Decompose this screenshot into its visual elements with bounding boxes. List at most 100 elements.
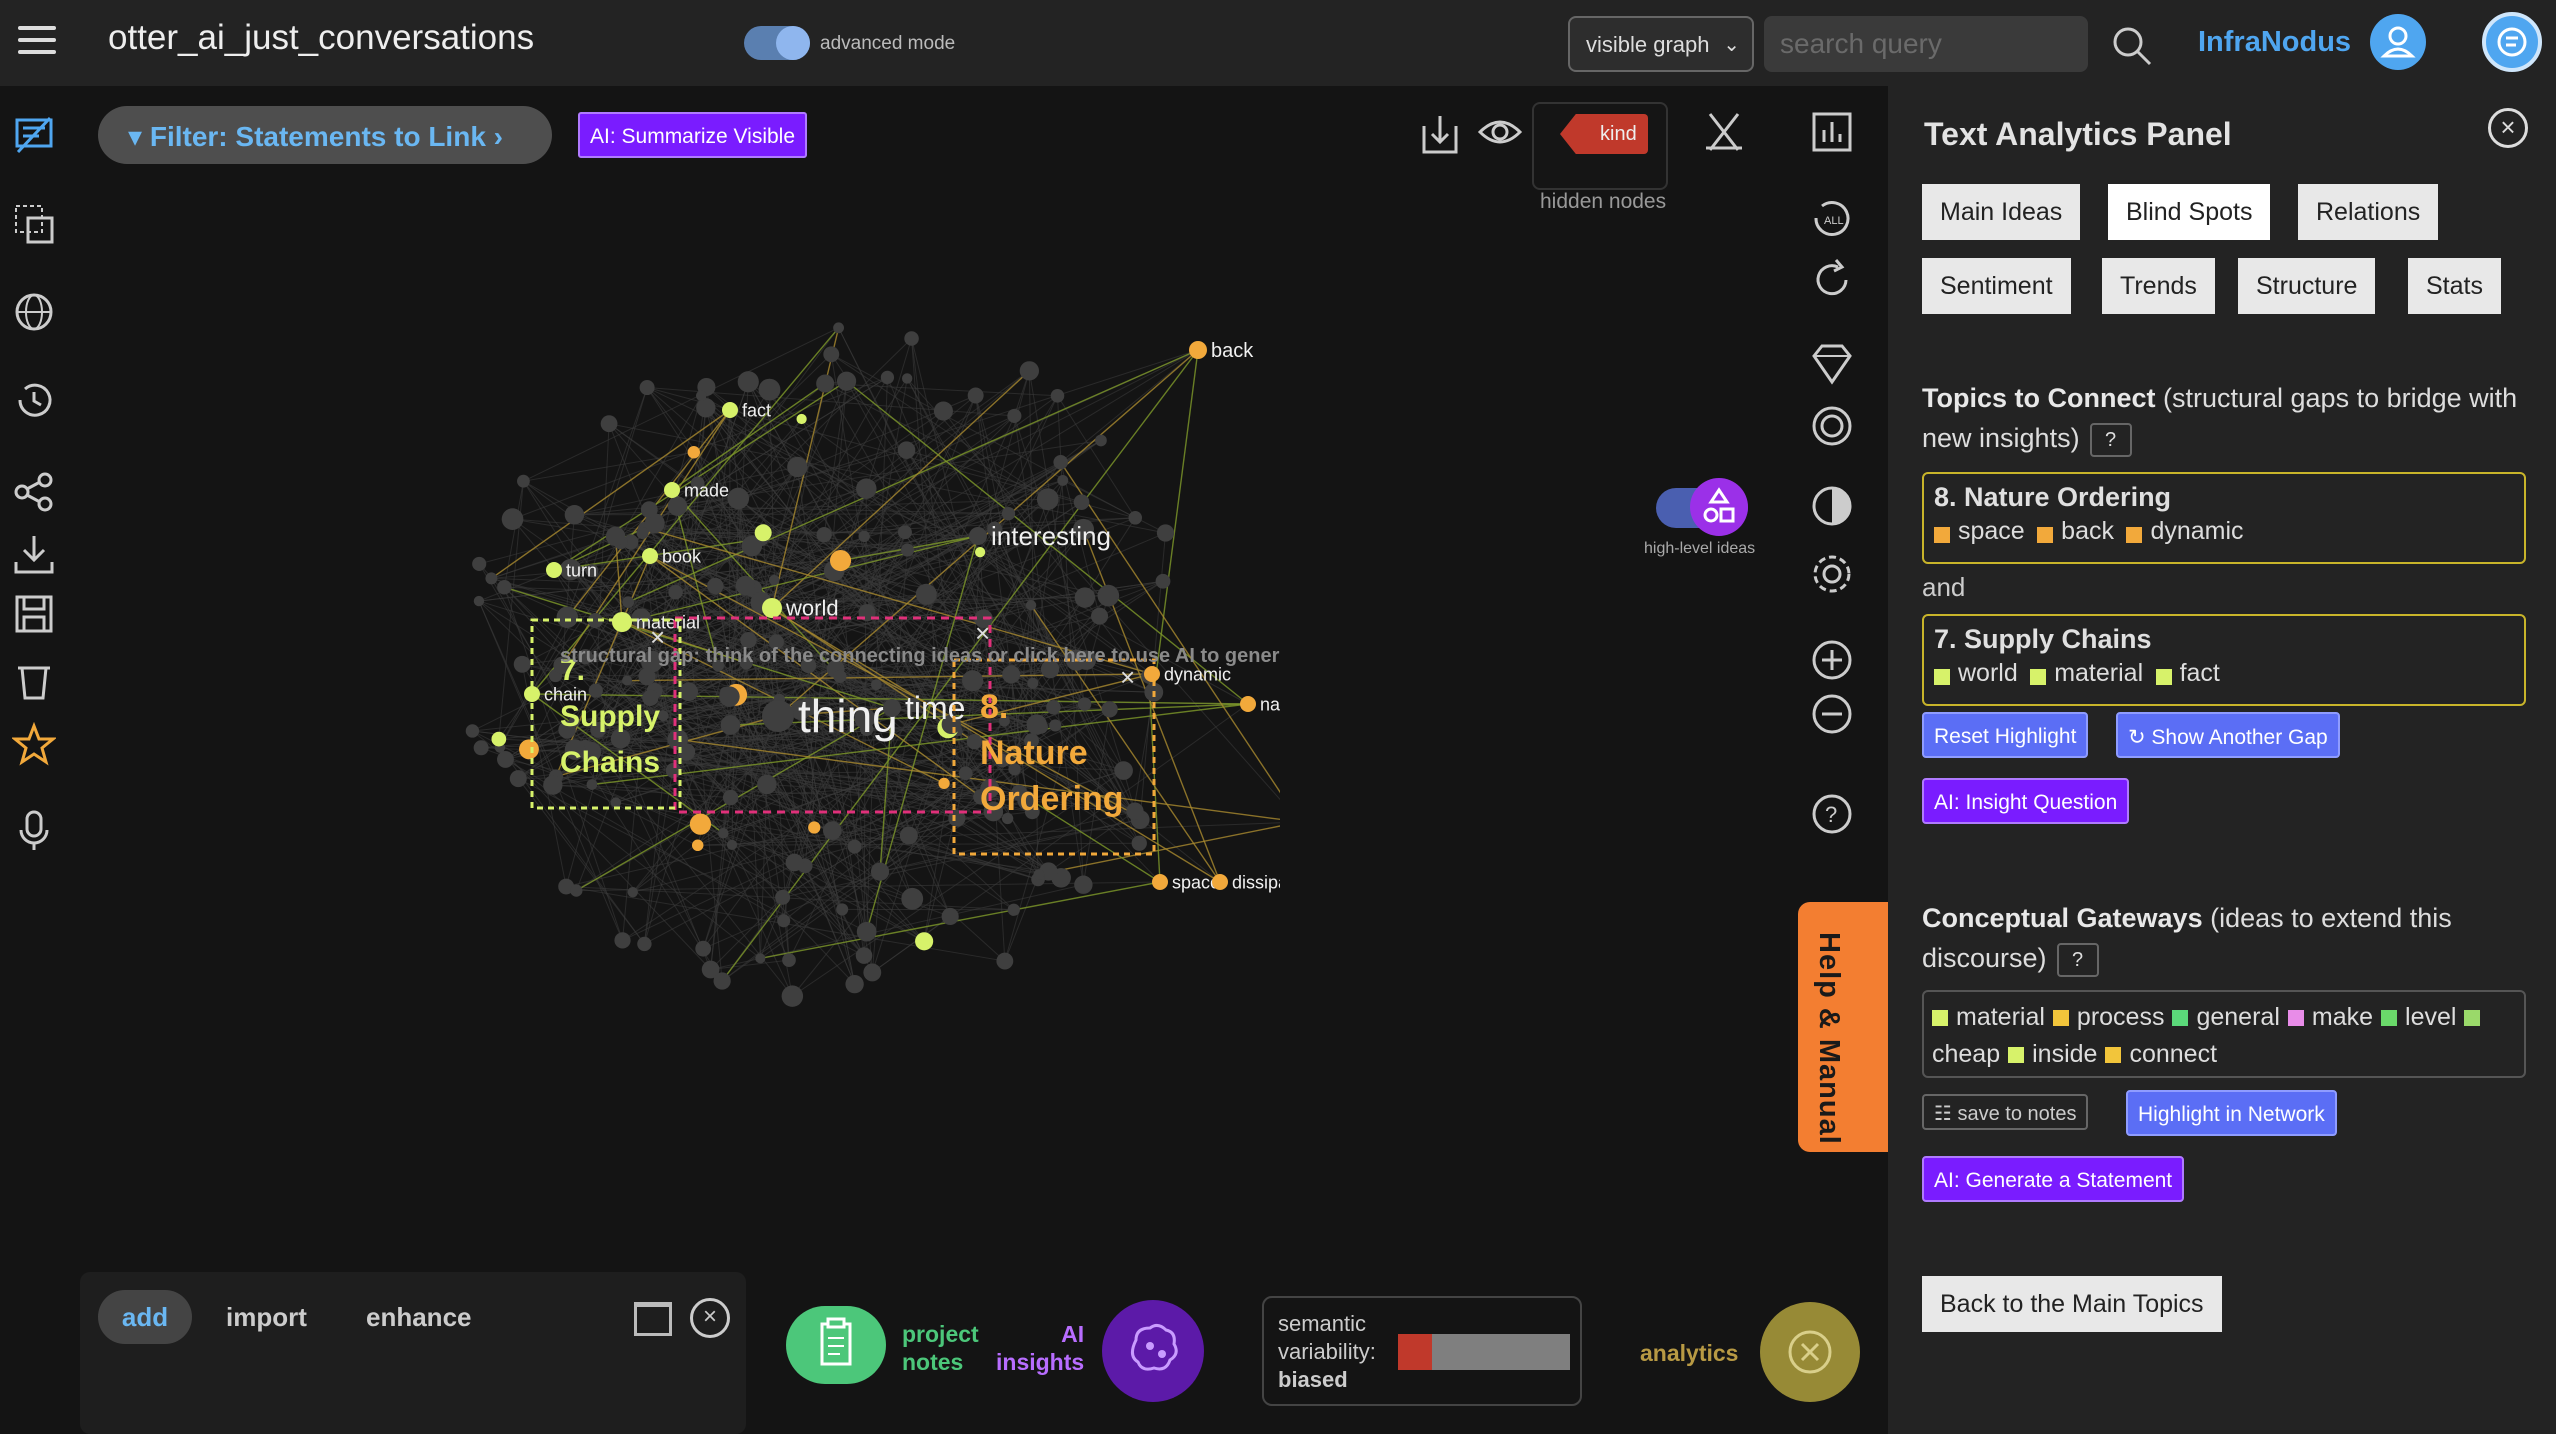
tab-trends[interactable]: Trends [2102, 258, 2215, 314]
advanced-mode-toggle[interactable] [744, 26, 810, 60]
graph-node[interactable] [816, 374, 835, 393]
graph-node[interactable] [996, 952, 1014, 970]
graph-node[interactable] [833, 322, 844, 334]
view-select[interactable]: visible graph ⌄ [1568, 16, 1754, 72]
graph-node[interactable] [473, 595, 485, 607]
topic-a-kw[interactable]: back [2061, 517, 2114, 545]
graph-node[interactable] [718, 827, 729, 839]
graph-node[interactable] [564, 505, 585, 525]
graph-node-time[interactable] [883, 699, 901, 717]
graph-node[interactable] [856, 921, 877, 942]
graph-node[interactable] [1025, 600, 1037, 611]
user-icon[interactable] [2370, 14, 2426, 70]
graph-node[interactable] [1077, 697, 1092, 711]
topics-help-button[interactable]: ? [2089, 422, 2132, 457]
graph-node[interactable] [754, 524, 772, 542]
graph-node[interactable] [720, 715, 741, 735]
topic-b-kw[interactable]: world [1958, 659, 2018, 687]
graph-node[interactable] [1019, 361, 1039, 381]
graph-node[interactable] [485, 572, 498, 585]
graph-node[interactable] [727, 487, 750, 510]
graph-node[interactable] [1155, 573, 1171, 589]
graph-node[interactable] [787, 456, 808, 478]
graph-node-turn[interactable] [546, 562, 562, 578]
graph-node-label[interactable]: turn [566, 560, 597, 580]
graph-node[interactable] [1057, 474, 1069, 486]
graph-node-label[interactable]: thing [798, 690, 898, 742]
graph-node[interactable] [519, 739, 539, 760]
graph-node[interactable] [757, 774, 777, 795]
graph-node[interactable] [713, 972, 731, 990]
graph-node[interactable] [1001, 506, 1016, 521]
topic-b-kw[interactable]: fact [2180, 659, 2220, 687]
graph-node[interactable] [796, 413, 807, 425]
graph-node[interactable] [726, 839, 738, 851]
graph-node[interactable] [768, 574, 780, 586]
graph-node[interactable] [1156, 524, 1175, 542]
graph-node[interactable] [915, 583, 937, 605]
panel-close-icon[interactable]: × [2488, 108, 2528, 148]
hidden-node-tag[interactable]: kind [1560, 114, 1648, 154]
graph-node[interactable] [808, 821, 821, 834]
graph-node-label[interactable]: interesting [991, 521, 1111, 551]
graph-node-label[interactable]: fact [742, 400, 771, 420]
graph-node[interactable] [781, 985, 804, 1007]
graph-node[interactable] [974, 547, 986, 558]
brand-logo[interactable]: InfraNodus [2198, 26, 2351, 59]
graph-node[interactable] [497, 579, 512, 595]
graph-node[interactable] [915, 932, 934, 951]
graph-node[interactable] [816, 526, 832, 543]
gateway-keyword[interactable]: general [2196, 1003, 2279, 1031]
gateway-keyword[interactable]: inside [2032, 1040, 2097, 1068]
graph-node[interactable] [707, 577, 724, 595]
graph-node[interactable] [627, 887, 638, 898]
contrast-icon[interactable] [1808, 482, 1856, 530]
microphone-icon[interactable] [12, 808, 56, 852]
zoom-out-icon[interactable] [1808, 690, 1856, 738]
graph-node[interactable] [695, 940, 712, 957]
graph-node[interactable] [1091, 607, 1109, 625]
graph-node[interactable] [1095, 434, 1107, 447]
graph-node[interactable] [600, 415, 618, 433]
graph-node[interactable] [755, 953, 766, 964]
gateway-keyword[interactable]: make [2312, 1003, 2373, 1031]
graph-node[interactable] [847, 839, 862, 854]
graph-node-dynamic[interactable] [1144, 666, 1160, 682]
graph-node[interactable] [588, 683, 603, 698]
graph-node[interactable] [517, 474, 530, 488]
graph-node[interactable] [735, 575, 756, 596]
graph-node[interactable] [668, 585, 683, 600]
gateways-help-button[interactable]: ? [2056, 942, 2099, 977]
graph-node[interactable] [856, 478, 877, 499]
graph-node-label[interactable]: back [1211, 340, 1254, 362]
ai-insights-brain-icon[interactable] [1102, 1300, 1204, 1402]
graph-node[interactable] [473, 740, 489, 756]
refresh-icon[interactable] [1808, 256, 1856, 304]
tab-stats[interactable]: Stats [2408, 258, 2501, 314]
graph-node[interactable] [782, 953, 796, 967]
import-tab[interactable]: import [226, 1302, 307, 1333]
share-icon[interactable] [12, 470, 56, 514]
tab-blind-spots[interactable]: Blind Spots [2108, 184, 2271, 240]
graph-node[interactable] [719, 686, 740, 707]
graph-node[interactable] [638, 667, 656, 686]
network-graph[interactable]: backfactmadebookturnmaterialchainworldin… [380, 250, 1280, 1070]
graph-node[interactable] [1126, 802, 1144, 820]
graph-node[interactable] [904, 331, 919, 346]
save-icon[interactable] [12, 592, 56, 636]
filter-statements-button[interactable]: ▾ Filter: Statements to Link › [98, 106, 552, 164]
graph-node[interactable] [491, 731, 507, 747]
graph-node[interactable] [901, 373, 913, 384]
graph-node-label[interactable]: dissipate [1232, 872, 1280, 892]
expand-window-icon[interactable] [634, 1302, 672, 1336]
graph-node[interactable] [1046, 699, 1061, 715]
reset-highlight-button[interactable]: Reset Highlight [1922, 712, 2089, 758]
globe-icon[interactable] [12, 290, 56, 334]
highlight-in-network-button[interactable]: Highlight in Network [2126, 1090, 2337, 1136]
document-title[interactable]: otter_ai_just_conversations [108, 18, 534, 58]
graph-node[interactable] [722, 789, 739, 806]
download-graph-icon[interactable] [1420, 112, 1460, 156]
graph-node[interactable] [696, 390, 707, 402]
graph-node[interactable] [1114, 761, 1133, 780]
graph-node-label[interactable]: material [636, 612, 700, 632]
